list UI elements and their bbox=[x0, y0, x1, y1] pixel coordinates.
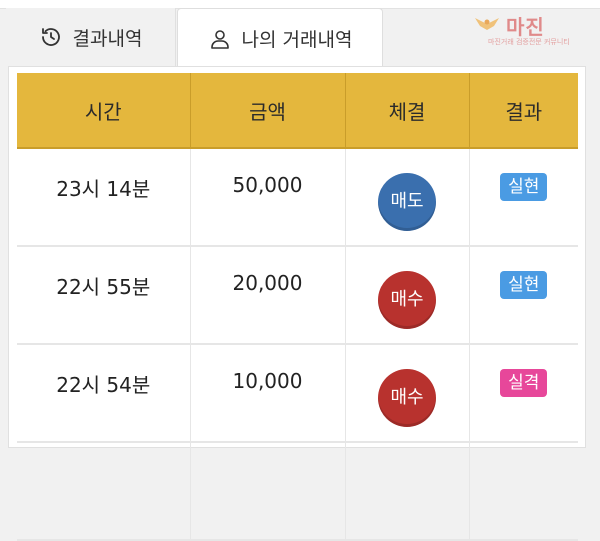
buy-circle: 매수 bbox=[378, 369, 436, 427]
header-amount: 금액 bbox=[190, 73, 346, 149]
trade-table: 시간 금액 체결 결과 23시 14분 50,000 매도 실현 22시 55분… bbox=[17, 73, 578, 541]
amount-value: 50,000 bbox=[232, 173, 303, 197]
time-value: 23시 14분 bbox=[56, 177, 151, 201]
cell-trade: 매수 bbox=[345, 246, 470, 345]
table-row bbox=[17, 442, 578, 541]
amount-value: 20,000 bbox=[232, 271, 303, 295]
buy-circle: 매수 bbox=[378, 271, 436, 329]
header-trade: 체결 bbox=[345, 73, 470, 149]
table-row: 22시 55분 20,000 매수 실현 bbox=[17, 246, 578, 345]
cell-result: 실현 bbox=[469, 246, 578, 345]
table-row: 22시 54분 10,000 매수 실격 bbox=[17, 344, 578, 443]
eagle-logo-icon bbox=[475, 18, 499, 30]
tab-result-history-label: 결과내역 bbox=[72, 27, 143, 50]
tab-my-trades[interactable]: 나의 거래내역 bbox=[177, 8, 383, 68]
time-value: 22시 54분 bbox=[56, 373, 151, 397]
user-icon bbox=[208, 27, 232, 51]
cell-amount: 20,000 bbox=[190, 246, 346, 345]
cell-result: 실현 bbox=[469, 148, 578, 247]
trade-history-panel: 시간 금액 체결 결과 23시 14분 50,000 매도 실현 22시 55분… bbox=[8, 66, 586, 541]
history-icon bbox=[39, 25, 63, 49]
cell-result bbox=[469, 442, 578, 541]
table-header-row: 시간 금액 체결 결과 bbox=[17, 73, 578, 149]
header-result: 결과 bbox=[469, 73, 578, 149]
tab-my-trades-label: 나의 거래내역 bbox=[241, 29, 353, 51]
tab-result-history[interactable]: 결과내역 bbox=[6, 8, 176, 66]
cell-time bbox=[17, 442, 191, 541]
logo-text: 마진 bbox=[506, 15, 545, 39]
result-badge: 실현 bbox=[500, 271, 548, 299]
cell-amount: 50,000 bbox=[190, 148, 346, 247]
header-time: 시간 bbox=[17, 73, 191, 149]
cell-amount bbox=[190, 442, 346, 541]
amount-value: 10,000 bbox=[232, 369, 303, 393]
cell-trade: 매수 bbox=[345, 344, 470, 443]
sell-circle: 매도 bbox=[378, 173, 436, 231]
result-badge: 실현 bbox=[500, 173, 548, 201]
cell-time: 23시 14분 bbox=[17, 148, 191, 247]
cell-time: 22시 54분 bbox=[17, 344, 191, 443]
cell-trade: 매도 bbox=[345, 148, 470, 247]
cell-time: 22시 55분 bbox=[17, 246, 191, 345]
cell-trade bbox=[345, 442, 470, 541]
cell-result: 실격 bbox=[469, 344, 578, 443]
logo-subtext: 마진거래 검증전문 커뮤니티 bbox=[488, 38, 570, 46]
cell-amount: 10,000 bbox=[190, 344, 346, 443]
time-value: 22시 55분 bbox=[56, 275, 151, 299]
site-logo: 마진 마진거래 검증전문 커뮤니티 bbox=[470, 8, 596, 46]
table-row: 23시 14분 50,000 매도 실현 bbox=[17, 148, 578, 247]
result-badge: 실격 bbox=[500, 369, 548, 397]
